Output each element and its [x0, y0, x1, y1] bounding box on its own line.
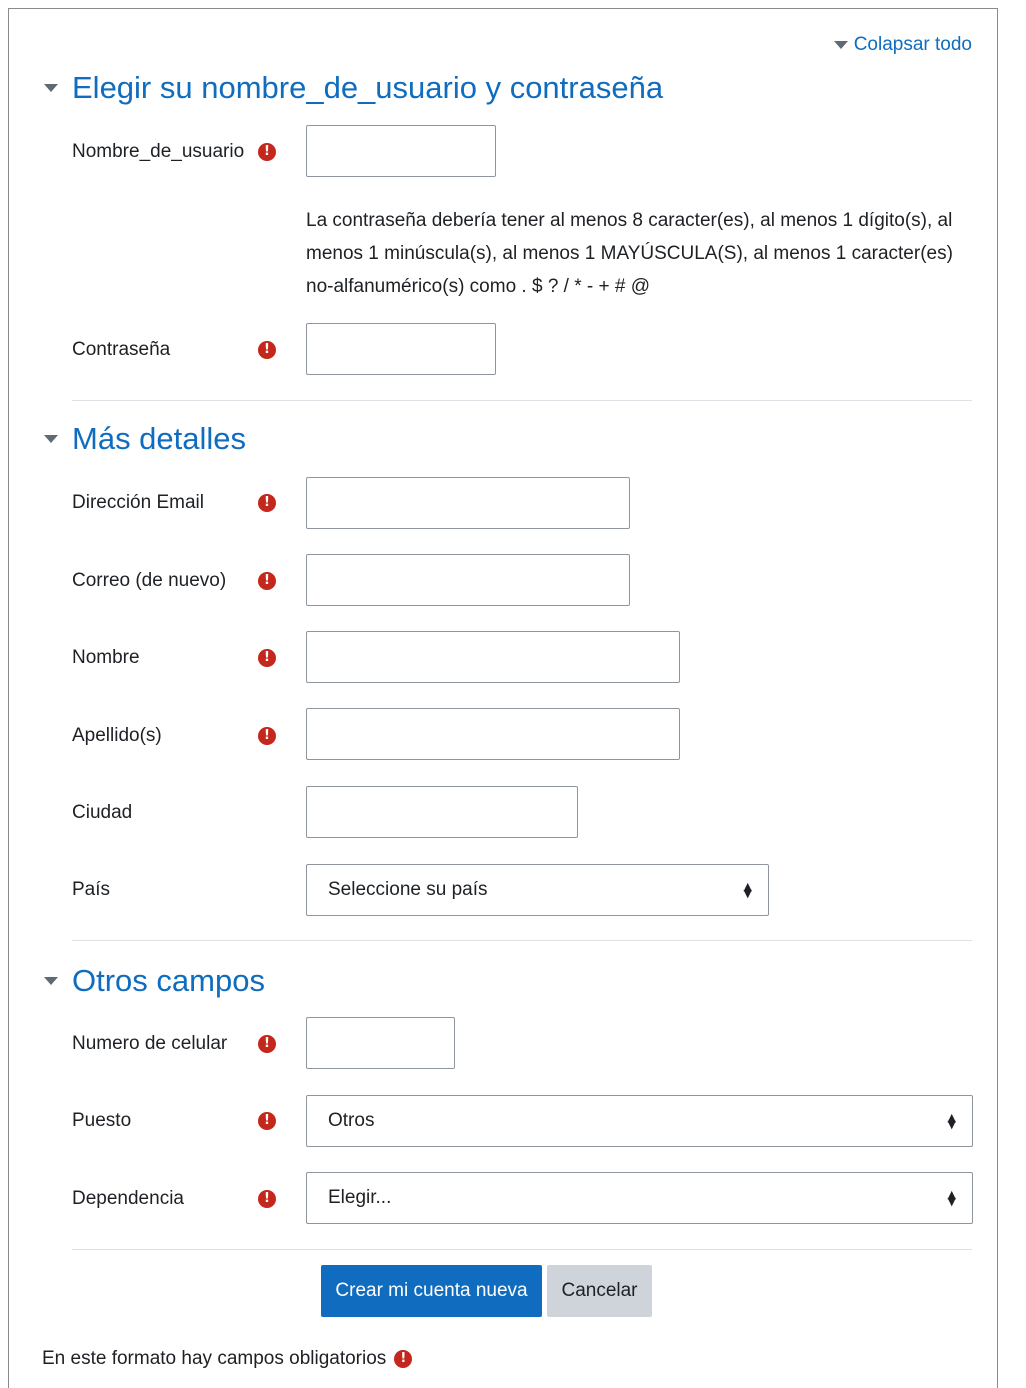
- required-fields-text: En este formato hay campos obligatorios: [42, 1348, 387, 1369]
- required-icon: !: [394, 1350, 413, 1368]
- required-icon: !: [258, 572, 276, 590]
- username-label: Nombre_de_usuario: [72, 141, 245, 162]
- city-input[interactable]: [306, 786, 578, 838]
- password-input[interactable]: [306, 323, 496, 375]
- password-help-text: La contraseña debería tener al menos 8 c…: [306, 210, 953, 297]
- lastname-label: Apellido(s): [72, 725, 162, 746]
- triangle-down-icon: [44, 977, 58, 985]
- triangle-down-icon: [833, 41, 848, 49]
- phone-input[interactable]: [306, 1017, 455, 1069]
- triangle-down-icon: [44, 435, 58, 443]
- required-icon: !: [258, 1112, 276, 1130]
- section-title-other: Otros campos: [72, 963, 265, 998]
- section-divider: [72, 940, 972, 941]
- section-header-other[interactable]: Otros campos: [44, 963, 265, 999]
- position-label: Puesto: [72, 1110, 132, 1131]
- username-input[interactable]: [306, 125, 496, 177]
- collapse-all-label: Colapsar todo: [853, 34, 972, 55]
- triangle-down-icon: [44, 84, 58, 92]
- email-again-label: Correo (de nuevo): [72, 570, 227, 591]
- section-divider: [72, 400, 972, 401]
- section-title-details: Más detalles: [72, 421, 247, 456]
- create-account-button[interactable]: Crear mi cuenta nueva: [321, 1265, 542, 1317]
- country-select[interactable]: Seleccione su país ▲ ▼: [306, 864, 769, 916]
- sort-arrows-icon: ▲ ▼: [947, 1111, 956, 1131]
- department-select-value: Elegir...: [328, 1187, 392, 1208]
- section-header-account[interactable]: Elegir su nombre_de_usuario y contraseña: [44, 70, 663, 106]
- phone-label: Numero de celular: [72, 1033, 228, 1054]
- required-fields-note: En este formato hay campos obligatorios …: [42, 1348, 413, 1370]
- collapse-all-link[interactable]: Colapsar todo: [833, 34, 972, 56]
- firstname-input[interactable]: [306, 631, 680, 683]
- cancel-button[interactable]: Cancelar: [547, 1265, 652, 1317]
- sort-arrows-icon: ▲ ▼: [743, 880, 752, 900]
- department-select[interactable]: Elegir... ▲ ▼: [306, 1172, 973, 1224]
- city-label: Ciudad: [72, 802, 133, 823]
- department-label: Dependencia: [72, 1188, 184, 1209]
- required-icon: !: [258, 727, 276, 745]
- position-select-value: Otros: [328, 1110, 375, 1131]
- sort-arrows-icon: ▲ ▼: [947, 1188, 956, 1208]
- email-label: Dirección Email: [72, 492, 204, 513]
- country-label: País: [72, 879, 111, 900]
- email-again-input[interactable]: [306, 554, 630, 606]
- required-icon: !: [258, 649, 276, 667]
- required-icon: !: [258, 494, 276, 512]
- section-header-details[interactable]: Más detalles: [44, 421, 246, 457]
- email-input[interactable]: [306, 477, 630, 529]
- section-title-account: Elegir su nombre_de_usuario y contraseña: [72, 70, 664, 105]
- position-select[interactable]: Otros ▲ ▼: [306, 1095, 973, 1147]
- required-icon: !: [258, 1190, 276, 1208]
- lastname-input[interactable]: [306, 708, 680, 760]
- section-divider: [72, 1249, 972, 1250]
- required-icon: !: [258, 341, 276, 359]
- country-select-value: Seleccione su país: [328, 879, 488, 900]
- required-icon: !: [258, 1035, 276, 1053]
- required-icon: !: [258, 143, 276, 161]
- password-label: Contraseña: [72, 339, 171, 360]
- firstname-label: Nombre: [72, 647, 140, 668]
